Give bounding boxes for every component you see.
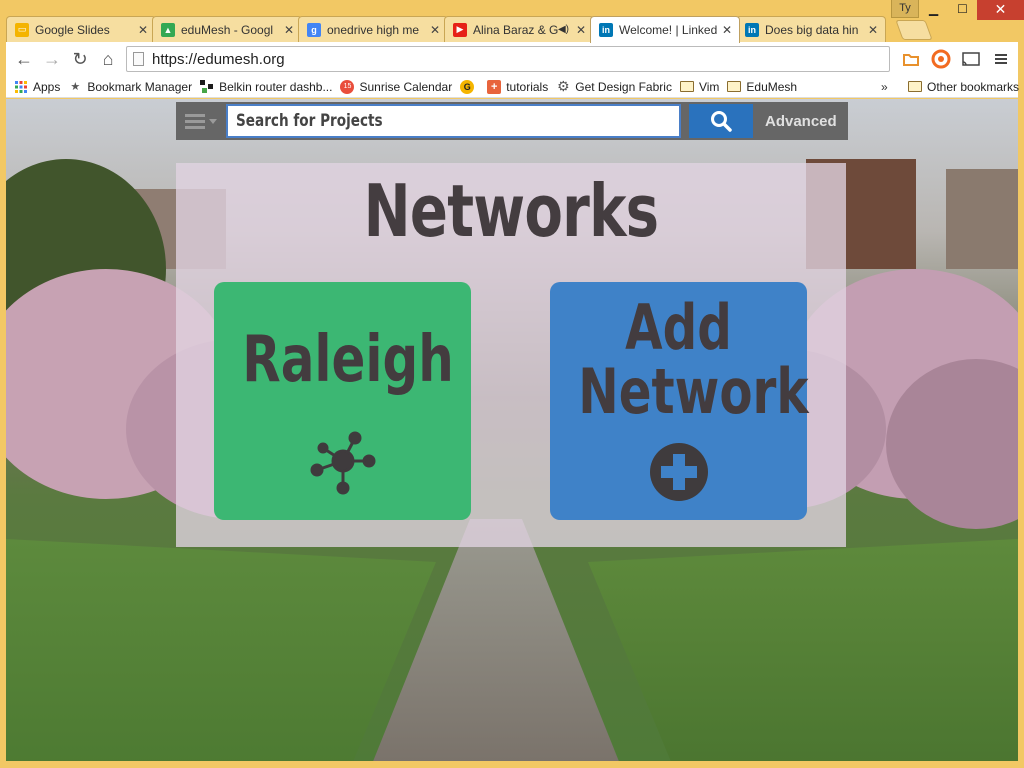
bookmark-label: Sunrise Calendar bbox=[359, 79, 453, 94]
bookmark-label: Bookmark Manager bbox=[87, 79, 193, 94]
building-shape bbox=[946, 169, 1018, 269]
bookmark-tutorials[interactable]: + tutorials bbox=[487, 79, 549, 94]
network-card-raleigh[interactable]: Raleigh bbox=[214, 282, 471, 520]
search-bar: Advanced bbox=[176, 102, 848, 140]
close-icon[interactable]: ✕ bbox=[281, 23, 297, 37]
home-button[interactable]: ⌂ bbox=[94, 45, 122, 73]
tab-google-slides[interactable]: ▭ Google Slides ✕ bbox=[6, 16, 156, 42]
slides-icon: ▭ bbox=[15, 22, 29, 37]
tab-youtube[interactable]: ▶ Alina Baraz & G ◀) ✕ bbox=[444, 16, 594, 42]
add-network-card[interactable]: Add Network bbox=[550, 282, 809, 520]
close-icon[interactable]: ✕ bbox=[573, 23, 589, 37]
chevron-down-icon bbox=[209, 118, 217, 124]
bookmark-label: Belkin router dashb... bbox=[219, 79, 333, 94]
close-icon[interactable]: ✕ bbox=[719, 23, 735, 37]
bookmark-label: Vim bbox=[698, 79, 720, 94]
tab-linkedin-welcome[interactable]: in Welcome! | Linked ✕ bbox=[590, 16, 740, 43]
advanced-search-link[interactable]: Advanced bbox=[765, 113, 837, 130]
browser-toolbar: ← → ↻ ⌂ https://edumesh.org bbox=[6, 42, 1018, 76]
folder-icon bbox=[908, 81, 922, 92]
close-icon[interactable]: ✕ bbox=[427, 23, 443, 37]
network-card-label: Raleigh bbox=[242, 323, 454, 397]
search-button[interactable] bbox=[689, 104, 753, 138]
back-button[interactable]: ← bbox=[10, 45, 38, 73]
bookmark-grammarly[interactable]: G bbox=[460, 79, 479, 94]
extension-icons bbox=[900, 48, 1012, 70]
menu-button[interactable] bbox=[176, 102, 226, 140]
page-content: Advanced Networks Raleigh bbox=[6, 99, 1018, 761]
address-bar[interactable]: https://edumesh.org bbox=[126, 46, 890, 72]
add-network-label-line2: Network bbox=[578, 355, 809, 428]
tab-title: Google Slides bbox=[35, 22, 110, 37]
tab-title: Does big data hin bbox=[765, 22, 859, 37]
bookmarks-overflow-button[interactable]: » bbox=[881, 80, 888, 94]
url-text: https://edumesh.org bbox=[152, 50, 285, 68]
linkedin-icon: in bbox=[599, 23, 613, 37]
bookmark-sunrise[interactable]: 15 Sunrise Calendar bbox=[340, 79, 453, 94]
page-icon bbox=[133, 52, 144, 66]
bookmark-label: Other bookmarks bbox=[927, 79, 1020, 94]
search-input-wrapper bbox=[226, 104, 681, 138]
chrome-menu-icon[interactable] bbox=[990, 48, 1012, 70]
bookmark-manager[interactable]: ★ Bookmark Manager bbox=[68, 80, 192, 94]
other-bookmarks[interactable]: Other bookmarks bbox=[908, 80, 1019, 94]
cast-icon[interactable] bbox=[960, 48, 982, 70]
plus-square-icon: + bbox=[487, 79, 502, 94]
youtube-icon: ▶ bbox=[453, 22, 467, 37]
browser-window: Ty ▁ ☐ ✕ ▭ Google Slides ✕ ▲ eduMesh - G… bbox=[0, 0, 1024, 768]
tab-title: Alina Baraz & G bbox=[473, 22, 558, 37]
folder-extension-icon[interactable] bbox=[900, 48, 922, 70]
bookmark-belkin[interactable]: Belkin router dashb... bbox=[200, 79, 333, 94]
close-icon[interactable]: ✕ bbox=[135, 23, 151, 37]
bookmark-folder-edumesh[interactable]: EduMesh bbox=[727, 80, 797, 94]
add-network-label-line1: Add bbox=[625, 291, 732, 364]
folder-icon bbox=[727, 81, 742, 92]
avast-icon[interactable] bbox=[930, 48, 952, 70]
bookmark-label: EduMesh bbox=[746, 79, 798, 94]
belkin-icon bbox=[200, 79, 214, 94]
apps-grid-icon bbox=[14, 80, 28, 94]
tab-strip: ▭ Google Slides ✕ ▲ eduMesh - Googl ✕ g … bbox=[6, 16, 1018, 43]
tab-linkedin-bigdata[interactable]: in Does big data hin ✕ bbox=[736, 16, 886, 42]
bookmark-label: Get Design Fabric bbox=[575, 79, 672, 94]
bookmark-folder-vim[interactable]: Vim bbox=[679, 79, 720, 94]
tab-onedrive-search[interactable]: g onedrive high me ✕ bbox=[298, 16, 448, 42]
speaker-icon: ◀) bbox=[557, 24, 569, 35]
search-input[interactable] bbox=[228, 106, 589, 136]
bookmark-apps[interactable]: Apps bbox=[14, 80, 60, 94]
drive-icon: ▲ bbox=[161, 22, 175, 37]
bookmarks-bar: Apps ★ Bookmark Manager Belkin router da… bbox=[6, 76, 1019, 98]
gear-icon: ⚙ bbox=[556, 78, 570, 94]
linkedin-icon: in bbox=[745, 22, 759, 37]
network-hub-icon bbox=[214, 428, 471, 498]
tab-edumesh-drive[interactable]: ▲ eduMesh - Googl ✕ bbox=[152, 16, 302, 42]
tab-title: eduMesh - Googl bbox=[181, 22, 274, 37]
bookmark-label: Apps bbox=[33, 79, 61, 94]
plus-circle-icon bbox=[550, 442, 807, 502]
bookmark-label: tutorials bbox=[506, 79, 549, 94]
page-title: Networks bbox=[363, 169, 659, 253]
add-network-label: Add Network bbox=[578, 291, 809, 428]
google-icon: g bbox=[307, 22, 321, 37]
star-icon: ★ bbox=[70, 81, 81, 93]
sunrise-calendar-icon: 15 bbox=[340, 79, 355, 94]
grammarly-icon: G bbox=[460, 79, 475, 94]
new-tab-button[interactable] bbox=[895, 20, 933, 40]
folder-icon bbox=[679, 81, 694, 92]
forward-button[interactable]: → bbox=[38, 45, 66, 73]
hamburger-icon bbox=[185, 119, 205, 123]
close-icon[interactable]: ✕ bbox=[865, 23, 881, 37]
search-icon bbox=[711, 111, 732, 132]
bookmark-design-fabric[interactable]: ⚙ Get Design Fabric bbox=[556, 78, 672, 94]
tab-title: Welcome! | Linked bbox=[619, 23, 718, 37]
reload-button[interactable]: ↻ bbox=[66, 45, 94, 73]
window-bottom-border bbox=[0, 761, 1024, 768]
networks-panel: Networks Raleigh Add Network bbox=[176, 163, 846, 547]
tab-title: onedrive high me bbox=[327, 22, 420, 37]
